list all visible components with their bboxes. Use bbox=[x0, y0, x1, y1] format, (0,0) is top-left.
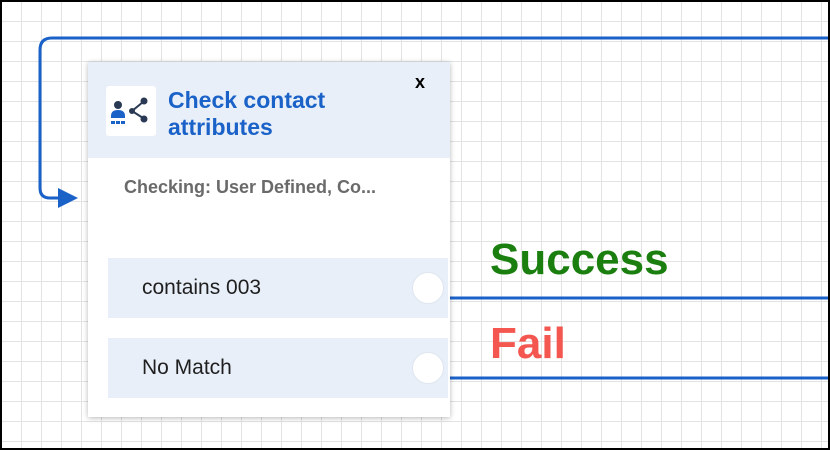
fail-annotation: Fail bbox=[490, 319, 566, 368]
branch-row-no-match[interactable]: No Match bbox=[108, 338, 448, 398]
check-contact-attributes-icon bbox=[106, 86, 156, 136]
branch-row-contains-003[interactable]: contains 003 bbox=[108, 258, 448, 318]
flow-canvas[interactable]: Check contact attributes x Checking: Use… bbox=[0, 0, 830, 450]
check-contact-attributes-block[interactable]: Check contact attributes x Checking: Use… bbox=[88, 62, 450, 417]
branch-label: contains 003 bbox=[142, 276, 262, 299]
branch-output-port[interactable] bbox=[412, 352, 444, 384]
close-button[interactable]: x bbox=[410, 72, 430, 92]
block-header: Check contact attributes x bbox=[88, 62, 450, 158]
success-annotation: Success bbox=[490, 235, 669, 284]
incoming-arrow-icon bbox=[58, 188, 78, 208]
branch-output-port[interactable] bbox=[412, 272, 444, 304]
branch-label: No Match bbox=[142, 356, 232, 379]
block-subtitle: Checking: User Defined, Co... bbox=[124, 177, 377, 197]
block-title: Check contact attributes bbox=[168, 87, 326, 140]
